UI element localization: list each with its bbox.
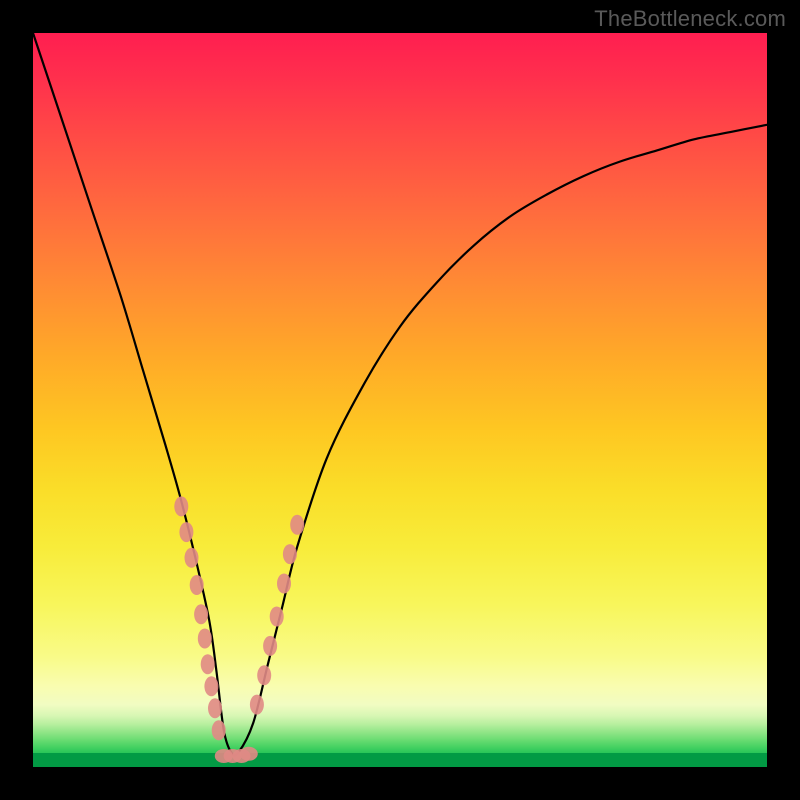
chart-frame: TheBottleneck.com xyxy=(0,0,800,800)
data-markers xyxy=(174,496,304,763)
data-marker xyxy=(270,607,284,627)
data-marker xyxy=(204,676,218,696)
data-marker xyxy=(240,747,258,761)
data-marker xyxy=(290,515,304,535)
data-marker xyxy=(250,695,264,715)
data-marker xyxy=(179,522,193,542)
data-marker xyxy=(190,575,204,595)
plot-area xyxy=(33,33,767,767)
data-marker xyxy=(283,544,297,564)
bottleneck-curve-layer xyxy=(33,33,767,767)
data-marker xyxy=(185,548,199,568)
data-marker xyxy=(174,496,188,516)
data-marker xyxy=(201,654,215,674)
data-marker xyxy=(212,720,226,740)
watermark-text: TheBottleneck.com xyxy=(594,6,786,32)
data-marker xyxy=(257,665,271,685)
data-marker xyxy=(208,698,222,718)
bottleneck-curve xyxy=(33,33,767,756)
data-marker xyxy=(194,604,208,624)
data-marker xyxy=(198,629,212,649)
data-marker xyxy=(277,574,291,594)
data-marker xyxy=(263,636,277,656)
